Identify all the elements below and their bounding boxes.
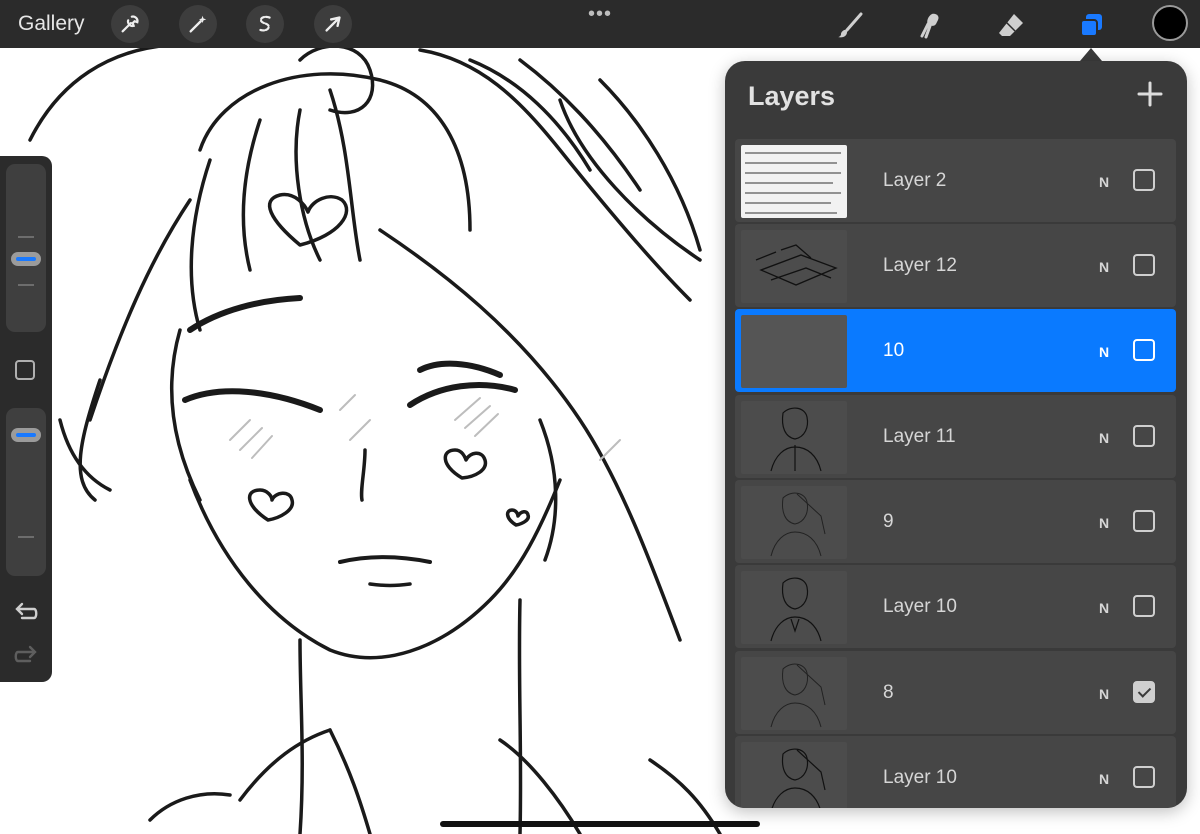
layer-row-selected[interactable]: 10 N — [735, 309, 1176, 392]
visibility-checkbox[interactable] — [1133, 766, 1155, 788]
eraser-icon[interactable] — [992, 6, 1030, 44]
blend-mode-label[interactable]: N — [1099, 430, 1109, 446]
layer-row[interactable]: Layer 10 N — [735, 565, 1176, 648]
wrench-icon[interactable] — [111, 5, 149, 43]
layer-row[interactable]: 9 N — [735, 480, 1176, 563]
visibility-checkbox[interactable] — [1133, 510, 1155, 532]
top-toolbar: Gallery ••• — [0, 0, 1200, 48]
layers-title: Layers — [748, 81, 836, 111]
blend-mode-label[interactable]: N — [1099, 259, 1109, 275]
brush-icon[interactable] — [831, 6, 869, 44]
layer-name: Layer 11 — [883, 426, 956, 447]
opacity-slider[interactable] — [6, 408, 46, 576]
home-indicator[interactable] — [440, 821, 760, 827]
visibility-checkbox[interactable] — [1133, 254, 1155, 276]
layer-row[interactable]: Layer 12 N — [735, 224, 1176, 307]
move-arrow-icon[interactable] — [314, 5, 352, 43]
blend-mode-label[interactable]: N — [1099, 686, 1109, 702]
layer-thumbnail — [741, 145, 847, 218]
blend-mode-label[interactable]: N — [1099, 515, 1109, 531]
layers-icon[interactable] — [1072, 6, 1110, 44]
layer-name: 8 — [883, 682, 894, 703]
brush-size-slider[interactable] — [6, 164, 46, 332]
plus-icon[interactable] — [1135, 79, 1165, 109]
selection-icon[interactable] — [246, 5, 284, 43]
layer-name: Layer 10 — [883, 767, 957, 788]
blend-mode-label[interactable]: N — [1099, 174, 1109, 190]
blend-mode-label[interactable]: N — [1099, 344, 1109, 360]
visibility-checkbox[interactable] — [1133, 339, 1155, 361]
layer-name: 9 — [883, 511, 894, 532]
magic-wand-icon[interactable] — [179, 5, 217, 43]
redo-icon[interactable] — [12, 644, 40, 668]
undo-icon[interactable] — [12, 601, 40, 625]
layer-row[interactable]: 8 N — [735, 651, 1176, 734]
brush-size-handle[interactable] — [11, 252, 41, 266]
layer-thumbnail — [741, 230, 847, 303]
opacity-handle[interactable] — [11, 428, 41, 442]
layer-row[interactable]: Layer 11 N — [735, 395, 1176, 478]
layer-thumbnail — [741, 315, 847, 388]
layer-name: 10 — [883, 340, 905, 361]
color-picker-swatch[interactable] — [1152, 5, 1188, 41]
layer-name: Layer 12 — [883, 255, 957, 276]
layer-thumbnail — [741, 401, 847, 474]
layers-panel: Layers Layer 2 N Layer 12 N 10 N Layer 1… — [725, 61, 1187, 808]
left-sidebar — [0, 156, 52, 682]
visibility-checkbox[interactable] — [1133, 169, 1155, 191]
blend-mode-label[interactable]: N — [1099, 771, 1109, 787]
layer-thumbnail — [741, 657, 847, 730]
layer-thumbnail — [741, 486, 847, 559]
gallery-button[interactable]: Gallery — [18, 12, 85, 36]
smudge-icon[interactable] — [912, 6, 950, 44]
layer-row[interactable]: Layer 2 N — [735, 139, 1176, 222]
layers-popover-arrow — [1080, 48, 1102, 61]
layer-name: Layer 2 — [883, 170, 947, 191]
visibility-checkbox[interactable] — [1133, 425, 1155, 447]
layer-thumbnail — [741, 742, 847, 808]
visibility-checkbox[interactable] — [1133, 681, 1155, 703]
layer-thumbnail — [741, 571, 847, 644]
visibility-checkbox[interactable] — [1133, 595, 1155, 617]
blend-mode-label[interactable]: N — [1099, 600, 1109, 616]
layer-row[interactable]: Layer 10 N — [735, 736, 1176, 808]
modify-icon[interactable] — [15, 360, 35, 380]
layer-name: Layer 10 — [883, 596, 957, 617]
more-options-icon[interactable]: ••• — [588, 3, 612, 26]
